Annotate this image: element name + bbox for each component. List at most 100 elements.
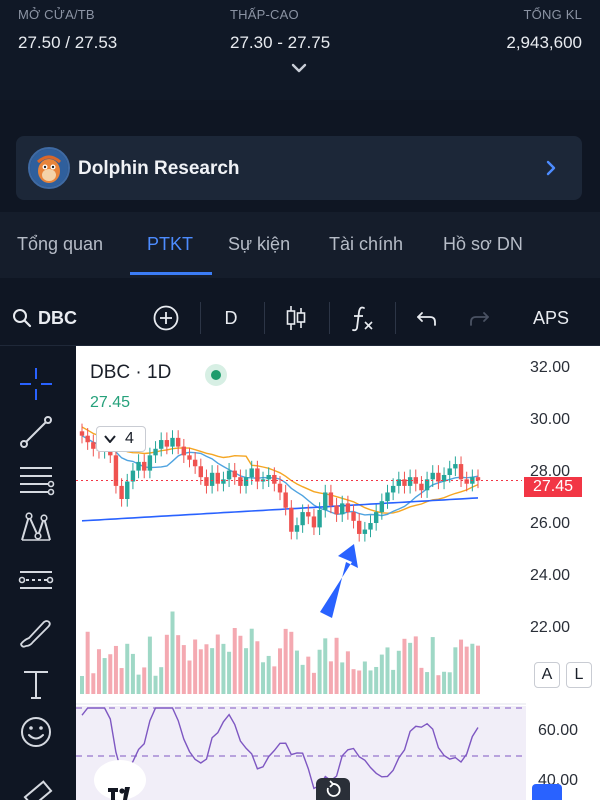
candle-body (204, 477, 209, 486)
volume-bar (193, 639, 198, 694)
dolphin-research-banner[interactable]: Dolphin Research (16, 136, 582, 200)
candle-body (368, 523, 373, 530)
candle-body (232, 470, 237, 478)
candle-body (125, 481, 130, 499)
text-tool-icon[interactable] (16, 664, 56, 704)
candle-body (215, 472, 220, 484)
candle-body (453, 464, 458, 469)
volume-bar (323, 638, 328, 694)
tab-financials[interactable]: Tài chính (329, 234, 403, 255)
candle-body (311, 516, 317, 528)
rsi-axis-label: 60.00 (538, 722, 579, 739)
candle-body (272, 474, 277, 484)
toolbar-divider (329, 302, 330, 334)
symbol-search-button[interactable]: DBC (12, 290, 92, 346)
candle-body (390, 485, 396, 493)
volume-bar (311, 672, 316, 694)
log-scale-button[interactable]: L (566, 662, 592, 688)
volume-bar (261, 662, 266, 694)
tab-overview[interactable]: Tổng quan (17, 234, 103, 255)
symbol-label: DBC (38, 307, 77, 328)
fib-levels-icon[interactable] (16, 460, 56, 500)
candle-body (334, 505, 339, 515)
y-axis-label: 24.00 (530, 567, 571, 584)
volume-bar (136, 674, 141, 694)
auto-scale-button[interactable]: A (534, 662, 560, 688)
chart-canvas[interactable] (76, 346, 600, 800)
volume-bar (215, 634, 220, 694)
price-chart[interactable]: DBC · 1D 27.45 4 32.00 30.00 28.00 26.00… (76, 346, 600, 800)
pattern-tool-icon[interactable] (16, 508, 56, 548)
candle-body (424, 479, 430, 491)
emoji-icon[interactable] (16, 712, 56, 752)
candlestick-icon (286, 306, 306, 330)
tab-events[interactable]: Sự kiện (228, 234, 290, 255)
volume-bar (249, 628, 254, 694)
volume-bar (453, 647, 458, 694)
candle-body (419, 483, 424, 491)
y-axis-label: 30.00 (530, 411, 571, 428)
candle-body (379, 501, 385, 513)
scroll-to-latest-button[interactable] (532, 784, 562, 800)
volume-bar (232, 628, 237, 694)
volume-bar (91, 673, 96, 694)
dolphin-avatar-icon (28, 147, 70, 189)
interval-button[interactable]: D (212, 290, 250, 346)
volume-bar (379, 654, 384, 694)
volume-bar (113, 645, 118, 694)
volume-label: TỔNG KL (523, 7, 582, 22)
chevron-down-icon[interactable] (288, 60, 310, 78)
chevron-right-icon[interactable] (544, 160, 558, 176)
candle-body (255, 468, 260, 482)
open-avg-label: MỞ CỬA/TB (18, 7, 95, 22)
reset-chart-button[interactable] (316, 778, 350, 800)
last-price-tag: 27.45 (524, 477, 582, 497)
candle-body (362, 529, 368, 534)
broker-button[interactable]: APS (522, 290, 580, 346)
volume-bar (204, 644, 209, 694)
volume-bar (334, 637, 339, 694)
compare-symbol-button[interactable] (146, 290, 186, 346)
low-high-value: 27.30 - 27.75 (230, 33, 331, 52)
ma-line-blue (81, 497, 479, 522)
y-axis-label: 22.00 (530, 619, 571, 636)
volume-bar (289, 631, 294, 694)
toolbar-divider (395, 302, 396, 334)
open-avg-value: 27.50 / 27.53 (18, 33, 118, 52)
volume-bar (255, 641, 260, 694)
candle-body (357, 520, 362, 534)
tab-company-profile[interactable]: Hồ sơ DN (443, 234, 523, 255)
volume-bar (425, 672, 430, 694)
candle-body (249, 468, 254, 478)
y-axis-label: 32.00 (530, 359, 571, 376)
tab-technical[interactable]: PTKT (147, 234, 193, 255)
candle-body (345, 503, 351, 513)
chart-type-button[interactable] (276, 290, 316, 346)
volume-bar (351, 669, 356, 694)
undo-button[interactable] (408, 290, 446, 346)
forecast-tool-icon[interactable] (16, 560, 56, 600)
candle-body (289, 507, 294, 532)
volume-bar (385, 647, 390, 694)
volume-bar (464, 646, 469, 694)
volume-bar (244, 648, 249, 694)
brush-icon[interactable] (16, 614, 56, 654)
crosshair-icon[interactable] (16, 364, 56, 404)
trend-line-icon[interactable] (16, 412, 56, 452)
volume-bar (119, 668, 124, 694)
active-tab-indicator (130, 272, 212, 275)
candle-body (170, 437, 175, 447)
ruler-icon[interactable] (16, 774, 56, 800)
indicators-button[interactable] (342, 290, 382, 346)
volume-bar (170, 611, 175, 694)
toolbar-divider (264, 302, 265, 334)
indicators-collapse-button[interactable]: 4 (96, 426, 146, 452)
reset-icon (326, 780, 341, 797)
volume-bar (413, 636, 418, 694)
y-axis-label: 26.00 (530, 515, 571, 532)
volume-bar (130, 653, 135, 694)
candle-body (447, 468, 452, 475)
redo-button[interactable] (460, 290, 498, 346)
section-tabs: Tổng quan PTKT Sự kiện Tài chính Hồ sơ D… (0, 212, 600, 278)
candle-body (226, 470, 232, 480)
